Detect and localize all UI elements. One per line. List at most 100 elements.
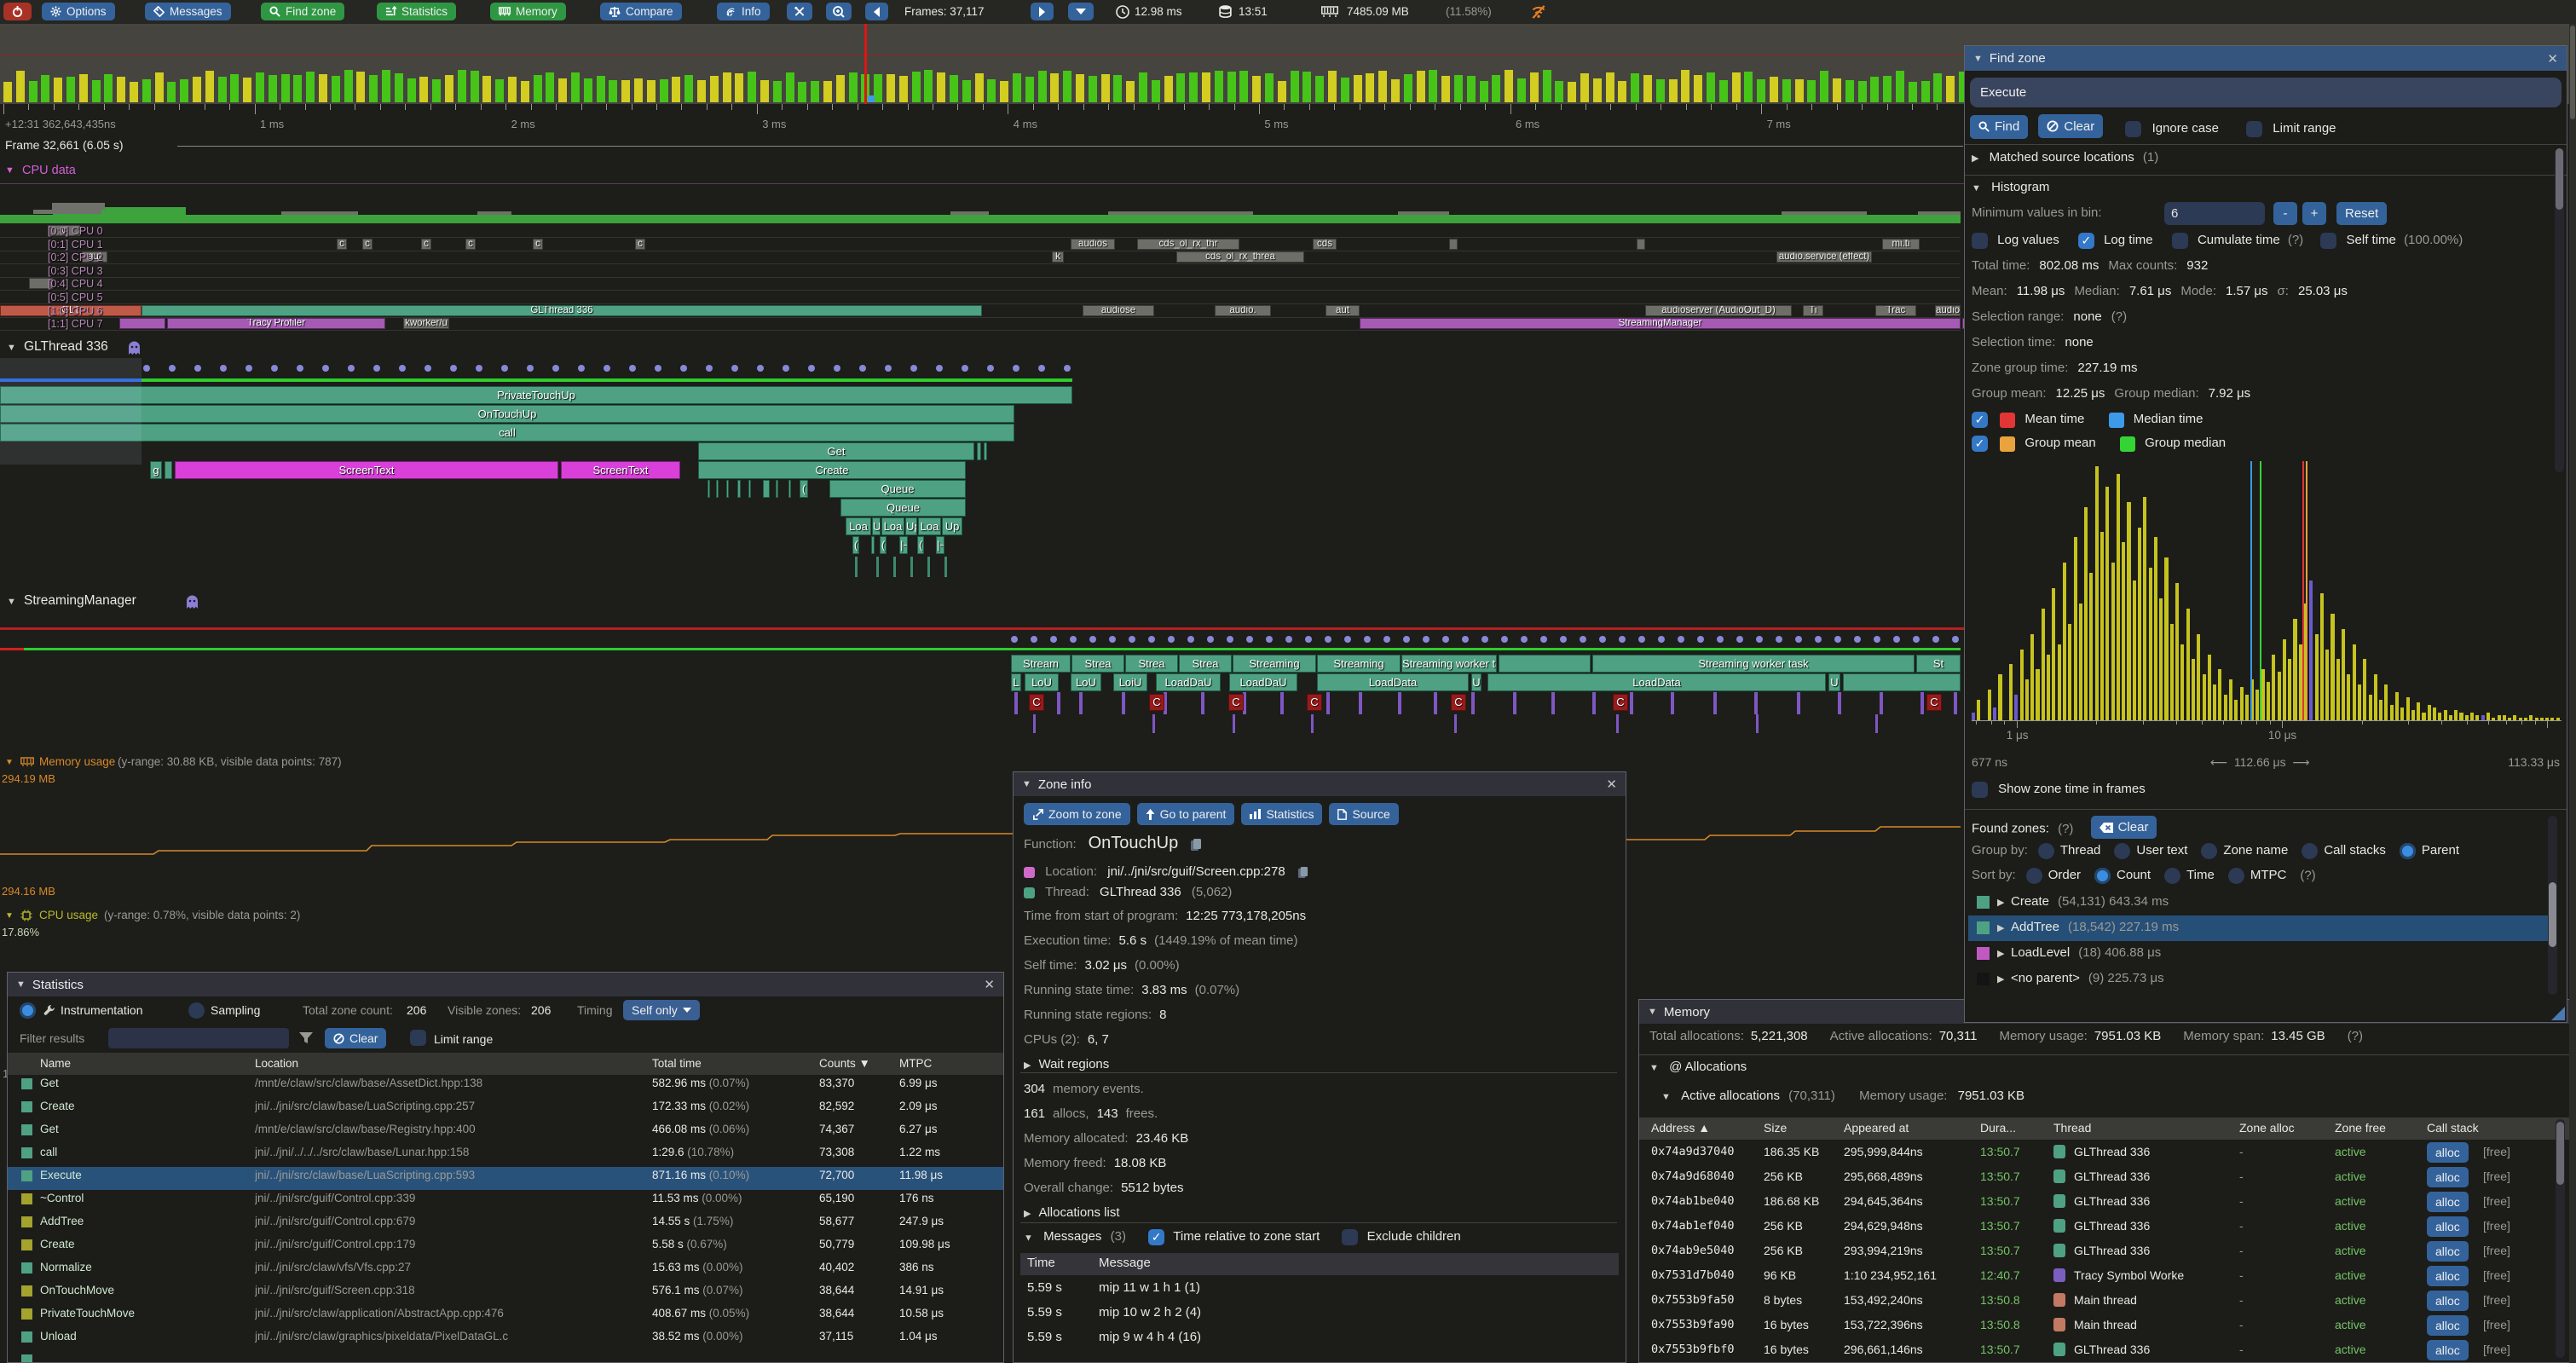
zone-Stream[interactable]: Stream: [1011, 655, 1071, 673]
cpu-zone-c[interactable]: c: [421, 239, 431, 250]
histogram-bar[interactable]: [2030, 634, 2034, 720]
self-time-checkbox[interactable]: [2320, 233, 2336, 249]
copy-icon[interactable]: [1297, 866, 1308, 879]
statistics-button[interactable]: Statistics: [377, 3, 456, 20]
radio-user-text[interactable]: [2114, 843, 2130, 859]
alloc-address[interactable]: 0x7553b9fa50: [1651, 1293, 1735, 1307]
frame-bar[interactable]: [445, 75, 453, 102]
cpu-zone-c[interactable]: c: [635, 239, 645, 250]
collapse-triangle[interactable]: ▼: [1972, 183, 1981, 193]
histogram-bar[interactable]: [2122, 542, 2125, 720]
radio-thread[interactable]: [2038, 843, 2054, 859]
zone-small[interactable]: [1843, 673, 1961, 691]
frame-bar[interactable]: [306, 72, 315, 102]
stat-zone-name[interactable]: Unload: [40, 1330, 77, 1343]
zone-Up[interactable]: Up: [942, 517, 962, 535]
log-time-checkbox[interactable]: ✓: [2078, 233, 2094, 249]
sample-dot[interactable]: [1462, 636, 1469, 643]
frame-bar[interactable]: [849, 72, 858, 102]
cpu-zone-aut[interactable]: aut: [1326, 305, 1360, 316]
frame-bar[interactable]: [1845, 80, 1854, 102]
frame-bar[interactable]: [1366, 73, 1374, 102]
marker-tick[interactable]: [1326, 692, 1330, 714]
find-limit-range-checkbox[interactable]: [2246, 121, 2262, 137]
frame-bar[interactable]: [66, 77, 75, 102]
sampling-radio[interactable]: [188, 1002, 205, 1019]
histogram-bar[interactable]: [2342, 629, 2345, 720]
zone-LoadDaU[interactable]: LoadDaU: [1156, 673, 1221, 691]
zone-([interactable]: (: [800, 480, 808, 498]
histogram-bar[interactable]: [2411, 710, 2415, 720]
expand-triangle[interactable]: ▶: [1997, 973, 2004, 985]
message-time[interactable]: 5.59 s: [1027, 1305, 1062, 1320]
zone-small[interactable]: [165, 461, 172, 479]
sample-dot[interactable]: [1064, 365, 1071, 372]
frame-bar[interactable]: [584, 78, 592, 102]
radio-count[interactable]: [2094, 868, 2111, 884]
histogram-bar[interactable]: [2325, 650, 2329, 720]
zone-small[interactable]: [1499, 655, 1591, 673]
histogram-bar[interactable]: [1993, 707, 1996, 720]
sample-dot[interactable]: [527, 365, 534, 372]
alloc-callstack-button[interactable]: alloc: [2427, 1216, 2469, 1237]
stat-zone-name[interactable]: OnTouchMove: [40, 1284, 114, 1297]
sample-dot[interactable]: [936, 365, 943, 372]
marker-tick[interactable]: [1122, 692, 1125, 714]
frame-bar[interactable]: [558, 78, 567, 102]
stats-limit-range-checkbox[interactable]: [410, 1030, 426, 1046]
cpu-zone-seg[interactable]: [1449, 239, 1458, 250]
sample-dot[interactable]: [1932, 636, 1939, 643]
frame-bar[interactable]: [1302, 72, 1311, 102]
stat-zone-name[interactable]: Get: [40, 1123, 59, 1135]
frame-bar[interactable]: [937, 72, 945, 102]
frame-bar[interactable]: [230, 74, 239, 102]
zone-ScreenText[interactable]: ScreenText: [561, 461, 680, 479]
collapse-triangle[interactable]: ▶: [1972, 153, 1978, 164]
histogram-bar[interactable]: [2058, 644, 2061, 720]
frame-bar[interactable]: [1113, 75, 1122, 102]
zone-Loa[interactable]: Loa: [881, 517, 904, 535]
sample-dot[interactable]: [885, 365, 892, 372]
zone-U[interactable]: U: [1471, 673, 1481, 691]
frame-bar[interactable]: [1063, 71, 1071, 102]
options-button[interactable]: Options: [42, 3, 115, 20]
zone-C[interactable]: C: [1451, 694, 1466, 711]
copy-icon[interactable]: [1190, 838, 1202, 852]
zone-Queue[interactable]: Queue: [840, 499, 966, 517]
radio-label[interactable]: Zone name: [2223, 843, 2288, 858]
sample-dot[interactable]: [1834, 636, 1841, 643]
cpu-zone-Tracy Profiler[interactable]: Tracy Profiler: [167, 318, 385, 329]
alloc-free-link[interactable]: [free]: [2483, 1219, 2510, 1233]
histogram-bar[interactable]: [2470, 713, 2474, 720]
stat-zone-name[interactable]: Get: [40, 1077, 59, 1089]
sample-dot[interactable]: [501, 365, 508, 372]
relative-time-checkbox[interactable]: ✓: [1148, 1229, 1164, 1245]
histogram-bar[interactable]: [2245, 695, 2249, 720]
alloc-thread[interactable]: GLThread 336: [2074, 1219, 2236, 1233]
histogram-bar[interactable]: [2438, 713, 2441, 720]
mean-time-checkbox[interactable]: ✓: [1972, 412, 1988, 428]
frame-bar[interactable]: [684, 75, 693, 102]
histogram-bar[interactable]: [2267, 682, 2270, 720]
histogram-bar[interactable]: [2229, 679, 2232, 720]
main-scrollbar[interactable]: [2569, 24, 2576, 1363]
alloc-thread[interactable]: GLThread 336: [2074, 1145, 2236, 1158]
sample-dot[interactable]: [1227, 636, 1233, 643]
histogram-bar[interactable]: [2336, 659, 2340, 720]
found-zone-name[interactable]: <no parent>(9) 225.73 μs: [2011, 971, 2164, 985]
source-button[interactable]: Source: [1329, 803, 1398, 825]
find-zone-search-input[interactable]: Execute: [1970, 78, 2562, 107]
histogram-bar[interactable]: [2025, 679, 2029, 720]
frame-bar[interactable]: [419, 77, 428, 102]
frame-bar[interactable]: [975, 73, 984, 102]
histogram-bar[interactable]: [2068, 624, 2071, 720]
cpu-zone-audiose[interactable]: audiose: [1083, 305, 1154, 316]
sample-dot[interactable]: [1423, 636, 1430, 643]
sample-dot[interactable]: [322, 365, 329, 372]
histogram-bar[interactable]: [2089, 573, 2093, 720]
alloc-address[interactable]: 0x74ab9e5040: [1651, 1244, 1735, 1257]
frame-bar[interactable]: [962, 80, 971, 102]
sample-dot[interactable]: [143, 365, 150, 372]
histogram-bar[interactable]: [2374, 674, 2377, 720]
frame-bar[interactable]: [269, 75, 277, 102]
